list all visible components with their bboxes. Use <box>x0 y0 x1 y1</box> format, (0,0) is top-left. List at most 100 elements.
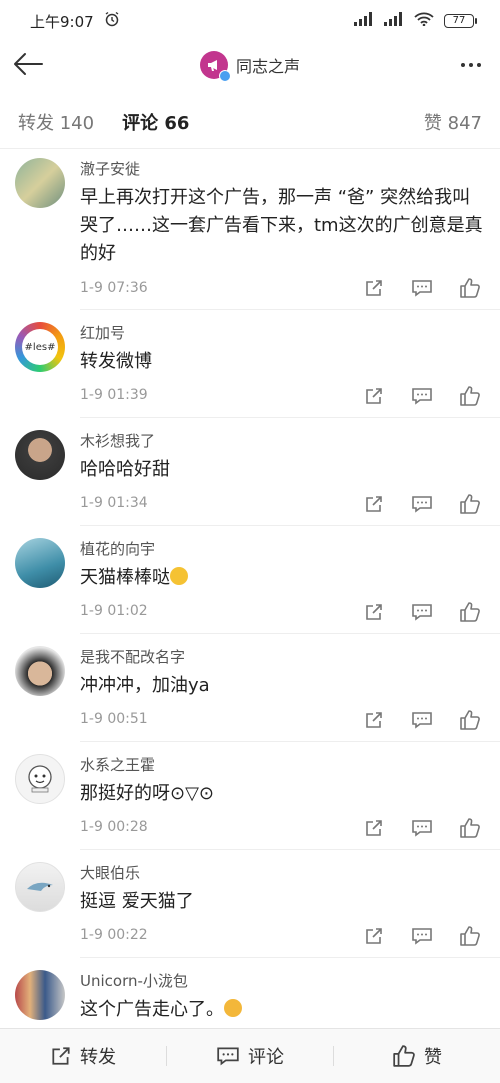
avatar[interactable] <box>15 646 65 696</box>
tab-divider <box>0 148 500 149</box>
comment-username[interactable]: 是我不配改名字 <box>80 646 185 667</box>
status-right: 77 <box>354 12 477 30</box>
thumbs-up-icon <box>393 1045 415 1067</box>
nav-account[interactable]: 同志之声 <box>199 51 300 82</box>
thumbs-up-icon <box>460 602 480 622</box>
avatar[interactable] <box>15 970 65 1020</box>
tab-comments[interactable]: 评论 66 <box>122 109 189 135</box>
tab-bar: 转发 140 评论 66 赞 847 <box>0 100 500 144</box>
wifi-icon <box>414 12 434 30</box>
avatar[interactable] <box>15 538 65 588</box>
comment-username[interactable]: 澈子安徙 <box>80 158 140 179</box>
repost-button[interactable] <box>360 922 388 950</box>
bird-icon <box>27 882 53 891</box>
more-button[interactable] <box>456 50 486 80</box>
comment-divider <box>80 957 500 958</box>
status-left: 上午9:07 <box>30 11 120 32</box>
account-name: 同志之声 <box>235 57 300 76</box>
comment-username[interactable]: Unicorn-小泷包 <box>80 970 188 991</box>
reply-button[interactable] <box>408 490 436 518</box>
back-button[interactable] <box>10 48 46 80</box>
comment-username[interactable]: 水系之王霍 <box>80 754 155 775</box>
verified-badge <box>218 70 231 82</box>
repost-button[interactable] <box>360 706 388 734</box>
comment-text: 早上再次打开这个广告，那一声 “爸” 突然给我叫哭了……这一套广告看下来，tm这… <box>80 187 483 264</box>
share-icon <box>366 712 382 728</box>
reply-button[interactable] <box>408 922 436 950</box>
comment-text: 哈哈哈好甜 <box>80 459 170 480</box>
thumbs-up-icon <box>460 818 480 838</box>
bottom-comment-button[interactable]: 评论 <box>167 1043 333 1069</box>
comment-icon <box>412 604 432 621</box>
avatar[interactable] <box>15 430 65 480</box>
dot-icon <box>477 63 481 67</box>
repost-button[interactable] <box>360 274 388 302</box>
thumbs-up-icon <box>460 926 480 946</box>
bottom-action-bar: 转发 评论 赞 <box>0 1028 500 1083</box>
share-icon <box>366 820 382 836</box>
like-button[interactable] <box>456 382 484 410</box>
reply-button[interactable] <box>408 382 436 410</box>
bottom-repost-button[interactable]: 转发 <box>0 1043 166 1069</box>
like-button[interactable] <box>456 814 484 842</box>
nav-bar: 同志之声 <box>0 42 500 88</box>
comment-text: 那挺好的呀⊙▽⊙ <box>80 783 215 804</box>
comment-time: 1-9 00:28 <box>80 819 148 835</box>
repost-button[interactable] <box>360 382 388 410</box>
comment-icon <box>412 388 432 405</box>
share-icon <box>366 604 382 620</box>
comment-text: 挺逗 爱天猫了 <box>80 891 194 912</box>
share-icon <box>52 1047 70 1065</box>
comment-icon <box>412 712 432 729</box>
comment-username[interactable]: 植花的向宇 <box>80 538 155 559</box>
bottom-comment-label: 评论 <box>248 1047 284 1068</box>
like-button[interactable] <box>456 490 484 518</box>
comment-time: 1-9 00:22 <box>80 927 148 943</box>
reply-button[interactable] <box>408 274 436 302</box>
signal-icon <box>354 12 374 30</box>
comment-text-value: 这个广告走心了。 <box>80 999 224 1020</box>
share-icon <box>366 280 382 296</box>
like-button[interactable] <box>456 922 484 950</box>
repost-button[interactable] <box>360 814 388 842</box>
comment-time: 1-9 07:36 <box>80 280 148 296</box>
like-button[interactable] <box>456 598 484 626</box>
comment-text: 天猫棒棒哒 <box>80 564 485 592</box>
arrow-left-icon <box>14 53 43 75</box>
comment-icon <box>412 280 432 297</box>
comment-username[interactable]: 大眼伯乐 <box>80 862 140 883</box>
tab-likes[interactable]: 赞 847 <box>424 109 482 135</box>
status-bar: 上午9:07 77 <box>0 0 500 42</box>
repost-button[interactable] <box>360 598 388 626</box>
comment-text: 冲冲冲，加油ya <box>80 675 210 696</box>
comment-username[interactable]: 木衫想我了 <box>80 430 155 451</box>
repost-button[interactable] <box>360 490 388 518</box>
reply-button[interactable] <box>408 706 436 734</box>
thumbs-up-icon <box>460 278 480 298</box>
alarm-icon <box>104 11 120 31</box>
bottom-like-button[interactable]: 赞 <box>334 1043 500 1069</box>
tab-repost[interactable]: 转发 140 <box>18 109 94 135</box>
avatar[interactable]: #les# <box>15 322 65 372</box>
comment-time: 1-9 00:51 <box>80 711 148 727</box>
like-button[interactable] <box>456 706 484 734</box>
avatar[interactable] <box>15 158 65 208</box>
reply-button[interactable] <box>408 814 436 842</box>
comment-icon <box>217 1047 239 1066</box>
relieved-emoji-icon <box>224 999 242 1017</box>
like-button[interactable] <box>456 274 484 302</box>
comment-icon <box>412 820 432 837</box>
share-icon <box>366 496 382 512</box>
avatar[interactable] <box>15 862 65 912</box>
avatar[interactable] <box>15 754 65 804</box>
thumbs-up-icon <box>460 494 480 514</box>
signal-icon-2 <box>384 12 404 30</box>
comment-username[interactable]: 红加号 <box>80 322 125 343</box>
comment-text: 转发微博 <box>80 351 152 372</box>
sheep-icon <box>28 765 52 793</box>
comment-icon <box>412 928 432 945</box>
dot-icon <box>461 63 465 67</box>
battery-icon: 77 <box>444 14 477 28</box>
reply-button[interactable] <box>408 598 436 626</box>
comment-time: 1-9 01:02 <box>80 603 148 619</box>
